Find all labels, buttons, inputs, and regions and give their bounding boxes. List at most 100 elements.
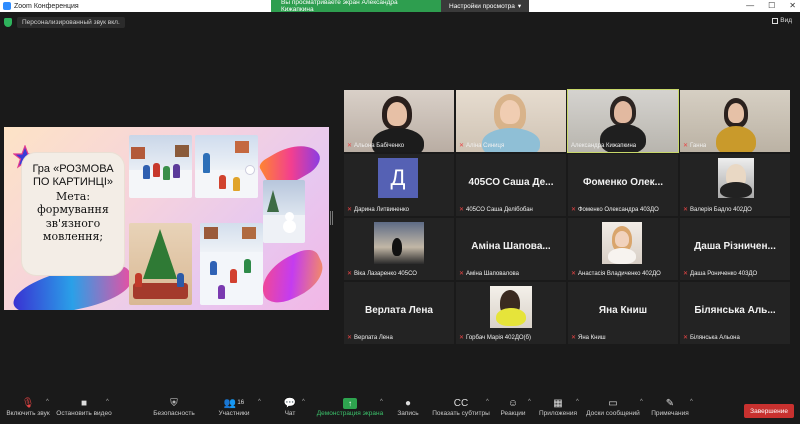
participant-tile[interactable]: ✕ Ганна (680, 90, 790, 152)
brush-stroke-decoration (253, 244, 329, 310)
captions-label: Показать субтитры (432, 410, 490, 417)
meeting-toolbar: 🎙 Включить звук ^ ■ Остановить видео ^ ⛨… (0, 394, 800, 424)
view-settings-button[interactable]: Настройки просмотра ▾ (441, 0, 530, 12)
smiley-icon: ☺ (507, 397, 519, 409)
video-camera-icon: ■ (80, 397, 88, 409)
participants-button[interactable]: 👥 16 Участники ^ (214, 396, 260, 424)
chevron-up-icon[interactable]: ^ (528, 399, 531, 405)
participant-name-label: ✕ Валерія Бадло 402ДО (683, 206, 752, 213)
participant-display-name: Аміна Шапова... (471, 241, 551, 252)
show-captions-button[interactable]: CC Показать субтитры ^ (432, 396, 490, 424)
muted-mic-icon: ✕ (347, 270, 353, 277)
chevron-up-icon[interactable]: ^ (302, 399, 305, 405)
window-controls: — ☐ ✕ (746, 1, 796, 10)
participants-count: 16 (237, 400, 245, 406)
grid-icon (772, 17, 779, 24)
minimize-button[interactable]: — (746, 1, 754, 10)
muted-mic-icon: ✕ (683, 142, 689, 149)
participant-display-name: Верлата Лена (365, 305, 433, 316)
participant-tile[interactable]: Даша Різничен... ✕ Даша Рониченко 403ДО (680, 218, 790, 280)
window-title: Zoom Конференция (14, 2, 79, 10)
notes-button[interactable]: ✎ Примечания ^ (651, 396, 693, 424)
participant-tile[interactable]: Яна Книш ✕ Яна Книш (568, 282, 678, 344)
participant-display-name: 405СО Саша Де... (468, 177, 554, 188)
chevron-up-icon[interactable]: ^ (486, 399, 489, 405)
apps-label: Приложения (538, 410, 578, 417)
view-button[interactable]: Вид (772, 17, 792, 24)
participant-display-name: Яна Книш (598, 305, 648, 316)
participant-tile[interactable]: Фоменко Олек... ✕ Фоменко Олександра 403Д… (568, 154, 678, 216)
participant-name-label: ✕ Аміна Шаповалова (459, 270, 520, 277)
participant-display-name: Фоменко Олек... (582, 177, 664, 188)
slide-picture-christmas-tree (129, 223, 192, 305)
chevron-up-icon[interactable]: ^ (258, 399, 261, 405)
participant-tile[interactable]: ✕ Альона Бабіченко (344, 90, 454, 152)
slide-picture-winter-village (263, 180, 305, 243)
slide-picture-snowman (195, 135, 258, 198)
muted-mic-icon: ✕ (571, 334, 577, 341)
chevron-up-icon[interactable]: ^ (46, 399, 49, 405)
participant-name-label: ✕ 405СО Саша Делібобан (459, 206, 533, 213)
zoom-logo-icon (3, 2, 11, 10)
participant-tile[interactable]: 405СО Саша Де... ✕ 405СО Саша Делібобан (456, 154, 566, 216)
participant-tile[interactable]: ✕ Віка Лазаренко 405СО (344, 218, 454, 280)
participant-tile[interactable]: Аміна Шапова... ✕ Аміна Шаповалова (456, 218, 566, 280)
participant-tile[interactable]: ✕ Аліна Синиця (456, 90, 566, 152)
participant-name-label: Александра Кижапкина (571, 142, 637, 149)
participant-display-name: Даша Різничен... (694, 241, 776, 252)
slide-title: Гра «РОЗМОВА ПО КАРТИНЦІ» (32, 163, 114, 188)
chat-label: Чат (284, 410, 296, 417)
shield-icon: ⛨ (170, 397, 178, 409)
record-button[interactable]: ● Запись (396, 396, 420, 424)
muted-mic-icon: ✕ (459, 334, 465, 341)
unmute-button[interactable]: 🎙 Включить звук ^ (6, 396, 50, 424)
whiteboards-button[interactable]: ▭ Доски сообщений ^ (586, 396, 643, 424)
participant-tile[interactable]: ✕ Валерія Бадло 402ДО (680, 154, 790, 216)
participant-name-label: ✕ Віка Лазаренко 405СО (347, 270, 417, 277)
participant-tile[interactable]: Верлата Лена ✕ Верлата Лена (344, 282, 454, 344)
participant-name-label: ✕ Дарина Литвиненко (347, 206, 409, 213)
audio-status-label: Персонализированный звук вкл. (17, 16, 125, 28)
chevron-up-icon[interactable]: ^ (106, 399, 109, 405)
participant-tile[interactable]: ✕ Анастасія Владиченко 402ДО (568, 218, 678, 280)
muted-mic-icon: ✕ (459, 270, 465, 277)
participant-display-name: Білянська Аль... (694, 305, 776, 316)
audio-status[interactable]: Персонализированный звук вкл. (4, 16, 125, 28)
captions-icon: CC (453, 397, 469, 409)
chat-icon: 💬 (283, 397, 297, 409)
chat-button[interactable]: 💬 Чат ^ (280, 396, 305, 424)
muted-mic-icon: ✕ (571, 270, 577, 277)
muted-mic-icon: ✕ (571, 206, 577, 213)
close-button[interactable]: ✕ (789, 1, 796, 10)
share-banner: Вы просматриваете экран Александра Кижап… (271, 0, 530, 13)
chevron-up-icon[interactable]: ^ (380, 399, 383, 405)
chevron-up-icon[interactable]: ^ (576, 399, 579, 405)
participant-name-label: ✕ Альона Бабіченко (347, 142, 405, 149)
apps-button[interactable]: ▦ Приложения ^ (538, 396, 579, 424)
stop-video-button[interactable]: ■ Остановить видео ^ (56, 396, 112, 424)
muted-mic-icon: ✕ (459, 142, 465, 149)
participant-tile-active-speaker[interactable]: Александра Кижапкина (567, 89, 679, 153)
security-button[interactable]: ⛨ Безопасность (152, 396, 196, 424)
chevron-up-icon[interactable]: ^ (640, 399, 643, 405)
participant-tile[interactable]: Білянська Аль... ✕ Білянська Альона (680, 282, 790, 344)
muted-mic-icon: ✕ (459, 206, 465, 213)
muted-mic-icon: ✕ (683, 270, 689, 277)
reactions-button[interactable]: ☺ Реакции ^ (500, 396, 530, 424)
participant-name-label: ✕ Анастасія Владиченко 402ДО (571, 270, 661, 277)
participant-tile[interactable]: Д ✕ Дарина Литвиненко (344, 154, 454, 216)
notes-icon: ✎ (665, 397, 675, 409)
share-screen-button[interactable]: ↑ Демонстрация экрана ^ (316, 396, 384, 424)
splitter-handle[interactable] (330, 211, 333, 225)
whiteboard-icon: ▭ (608, 397, 618, 409)
muted-mic-icon: ✕ (683, 206, 689, 213)
whiteboards-label: Доски сообщений (586, 410, 640, 417)
participant-name-label: ✕ Даша Рониченко 403ДО (683, 270, 758, 277)
maximize-button[interactable]: ☐ (768, 1, 775, 10)
muted-mic-icon: ✕ (347, 334, 353, 341)
participant-tile[interactable]: ✕ Горбач Марія 402ДО(б) (456, 282, 566, 344)
slide-subtitle: Мета: формування зв'язного мовлення; (37, 190, 109, 243)
slide-picture-snowy-street (129, 135, 192, 198)
chevron-up-icon[interactable]: ^ (690, 399, 693, 405)
end-meeting-button[interactable]: Завершение (744, 404, 794, 418)
